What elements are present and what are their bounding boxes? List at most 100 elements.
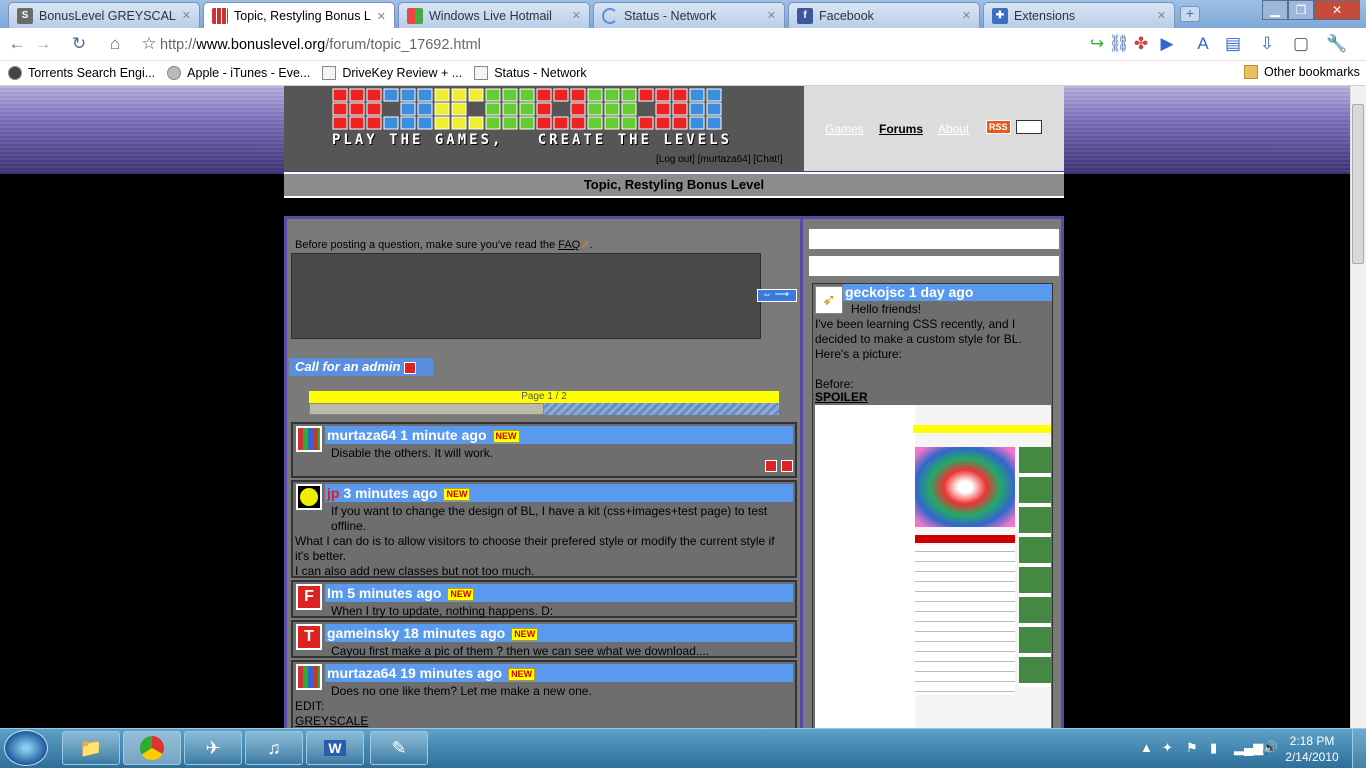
logo-block <box>417 88 433 102</box>
reload-icon[interactable]: ↻ <box>68 33 90 55</box>
reply-textarea[interactable] <box>291 253 761 339</box>
forward-icon[interactable]: → <box>32 33 54 55</box>
close-icon[interactable]: ✕ <box>962 9 971 22</box>
puzzle-extension-icon[interactable]: ✤ <box>1130 33 1152 55</box>
sidebar-post-time: 1 day ago <box>908 284 974 300</box>
post-author[interactable]: jp <box>327 485 339 501</box>
close-window-button[interactable]: ✕ <box>1314 0 1360 20</box>
post-time: 1 minute ago <box>400 427 487 443</box>
app-taskbar-button[interactable]: ✈ <box>184 731 242 765</box>
page-icon <box>322 66 337 80</box>
explorer-taskbar-button[interactable]: 📁 <box>62 731 120 765</box>
logo-block <box>655 88 671 102</box>
logo-block <box>519 102 535 116</box>
wrench-icon[interactable]: 🔧 <box>1326 33 1348 55</box>
start-button[interactable] <box>4 730 48 766</box>
action-center-flag-icon[interactable]: ⚑ <box>1186 740 1198 756</box>
tab-status-network[interactable]: Status - Network ✕ <box>593 2 785 28</box>
page-scroll-thumb[interactable] <box>309 403 544 415</box>
taskbar-clock[interactable]: 2:18 PM 2/14/2010 <box>1282 733 1342 765</box>
signal-icon[interactable]: ▂▄▆ <box>1234 740 1263 756</box>
tab-extensions[interactable]: ✚ Extensions ✕ <box>983 2 1175 28</box>
volume-icon[interactable]: 🔊 <box>1262 740 1278 756</box>
itunes-taskbar-button[interactable]: ♫ <box>245 731 303 765</box>
send-button[interactable]: ⇔ ⟶ <box>757 289 797 302</box>
home-icon[interactable]: ⌂ <box>104 33 126 55</box>
site-nav: Games Forums About RSS <box>804 86 1064 171</box>
post-author[interactable]: murtaza64 <box>327 665 396 681</box>
faq-text: Before posting a question, make sure you… <box>295 239 556 251</box>
page-menu-icon[interactable]: ▢ <box>1290 33 1312 55</box>
bookmark-apple-itunes[interactable]: Apple - iTunes - Eve... <box>167 66 310 80</box>
delete-icon[interactable] <box>781 460 793 472</box>
link-icon[interactable]: ⛓ <box>1108 33 1130 55</box>
tab-title: Windows Live Hotmail <box>429 8 552 23</box>
logo-block <box>502 102 518 116</box>
mail-icon[interactable] <box>1016 120 1042 134</box>
translate-icon[interactable]: A <box>1192 33 1214 55</box>
bookmark-drivekey[interactable]: DriveKey Review + ... <box>322 66 462 80</box>
new-badge: NEW <box>447 587 475 601</box>
network-app-icon[interactable]: ✦ <box>1162 740 1173 756</box>
close-icon[interactable]: ✕ <box>572 9 581 22</box>
address-bar[interactable]: http://www.bonuslevel.org/forum/topic_17… <box>160 33 1080 57</box>
chrome-taskbar-button[interactable] <box>123 731 181 765</box>
logo-block <box>689 116 705 130</box>
minimize-button[interactable]: ▁ <box>1262 0 1288 20</box>
greyscale-link[interactable]: GREYSCALE <box>295 714 791 728</box>
logo-block <box>451 102 467 116</box>
faq-link[interactable]: FAQ <box>558 239 580 251</box>
close-icon[interactable]: ✕ <box>182 9 191 22</box>
sidebar-post-author[interactable]: geckojsc <box>845 284 905 300</box>
page-scrollbar-thumb[interactable] <box>1352 104 1364 264</box>
tab-topic-restyling[interactable]: Topic, Restyling Bonus L... ✕ <box>203 2 395 29</box>
word-taskbar-button[interactable]: W <box>306 731 364 765</box>
power-icon[interactable]: ▮ <box>1210 740 1217 756</box>
maximize-button[interactable]: ❐ <box>1288 0 1314 20</box>
close-icon[interactable]: ✕ <box>1157 9 1166 22</box>
spoiler-link[interactable]: SPOILER <box>815 390 868 404</box>
account-links[interactable]: [Log out] [murtaza64] [Chat!] <box>656 154 783 165</box>
bookmark-torrents[interactable]: Torrents Search Engi... <box>8 66 155 80</box>
post-time: 19 minutes ago <box>400 665 503 681</box>
logo-block <box>672 102 688 116</box>
show-desktop-button[interactable] <box>1352 729 1366 768</box>
url-host: www.bonuslevel.org <box>196 37 326 53</box>
close-icon[interactable]: ✕ <box>377 10 386 23</box>
other-bookmarks[interactable]: Other bookmarks <box>1244 65 1360 79</box>
rss-icon[interactable]: RSS <box>986 120 1011 134</box>
flag-icon[interactable]: ▤ <box>1222 33 1244 55</box>
back-icon[interactable]: ← <box>6 33 28 55</box>
paint-taskbar-button[interactable]: ✎ <box>370 731 428 765</box>
sidebar-text: I've been learning CSS recently, and I d… <box>815 317 1022 361</box>
nav-about[interactable]: About <box>938 122 969 136</box>
logo-block <box>451 116 467 130</box>
logo-block <box>366 88 382 102</box>
post-author[interactable]: murtaza64 <box>327 427 396 443</box>
post-author[interactable]: Im <box>327 585 343 601</box>
nav-games[interactable]: Games <box>825 122 864 136</box>
tab-bonuslevel-greyscale[interactable]: S BonusLevel GREYSCALE | ... ✕ <box>8 2 200 28</box>
close-icon[interactable]: ✕ <box>767 9 776 22</box>
download-icon[interactable]: ⇩ <box>1256 33 1278 55</box>
extension-arrow-icon[interactable]: ↪ <box>1086 33 1108 55</box>
show-hidden-icons-icon[interactable]: ▲ <box>1140 740 1153 755</box>
star-icon[interactable]: ☆ <box>138 33 160 55</box>
sidebar-greeting: Hello friends! <box>851 302 922 316</box>
logo-block <box>502 88 518 102</box>
tab-hotmail[interactable]: Windows Live Hotmail ✕ <box>398 2 590 28</box>
new-tab-button[interactable]: + <box>1180 6 1200 22</box>
logo-block <box>689 102 705 116</box>
logo-block <box>349 102 365 116</box>
bonuslevel-logo[interactable] <box>332 88 756 132</box>
nav-forums[interactable]: Forums <box>879 122 923 136</box>
edit-icon[interactable] <box>765 460 777 472</box>
play-icon[interactable]: ▶ <box>1156 33 1178 55</box>
post-author[interactable]: gameinsky <box>327 625 399 641</box>
tab-facebook[interactable]: f Facebook ✕ <box>788 2 980 28</box>
url-scheme: http:// <box>160 37 197 53</box>
bookmark-status-network[interactable]: Status - Network <box>474 66 587 80</box>
call-admin-button[interactable]: Call for an admin <box>289 358 433 376</box>
logo-block <box>706 102 722 116</box>
logo-block <box>553 116 569 130</box>
